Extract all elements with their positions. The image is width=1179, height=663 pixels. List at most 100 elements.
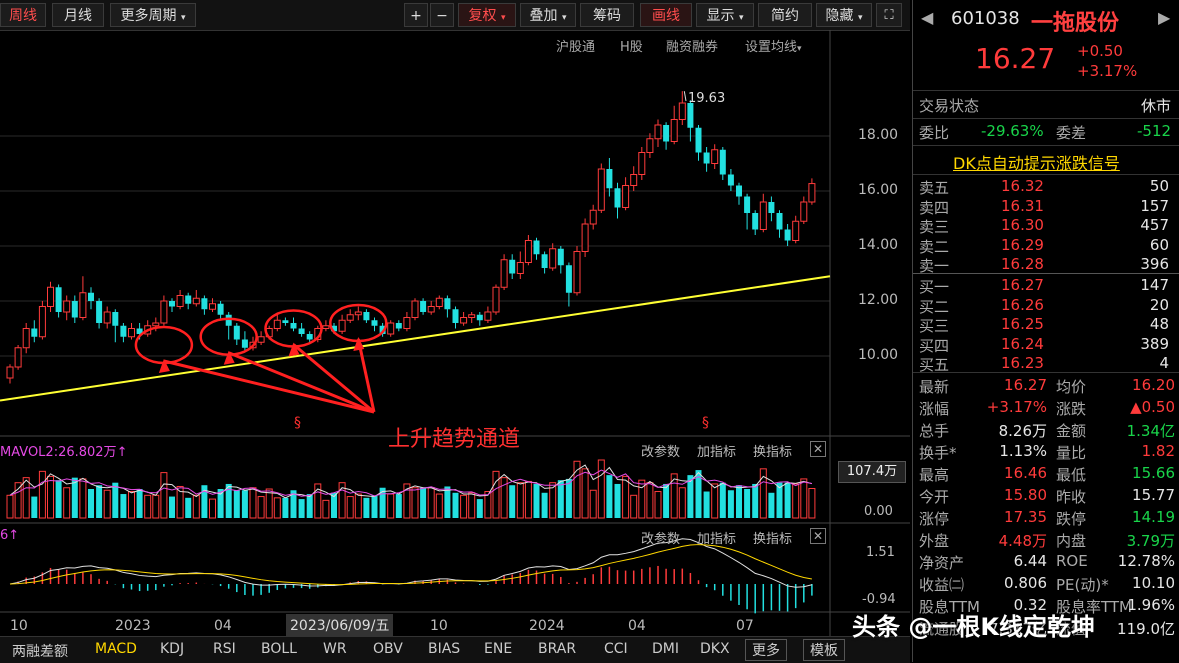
candle-body [427, 306, 435, 313]
tab-template[interactable]: 模板 [803, 639, 845, 661]
zoom-out-button[interactable]: − [430, 3, 454, 27]
zoom-in-button[interactable]: + [404, 3, 428, 27]
vol-add-indicator-link[interactable]: 加指标 [697, 441, 736, 460]
stat-value: 16.20 [1132, 376, 1175, 394]
candle-body [282, 320, 289, 323]
tab-macd[interactable]: MACD [95, 641, 137, 657]
volume-bar [808, 487, 816, 519]
volume-bar [589, 489, 597, 519]
volume-bar [112, 482, 119, 518]
candle-body [597, 168, 605, 211]
stat-value: 119.0亿 [1117, 620, 1175, 638]
candle-body [444, 298, 451, 310]
quote-panel: ◀ 601038 一拖股份 ▶ 16.27 +0.50 +3.17% 交易状态 … [912, 0, 1179, 662]
tab-bias[interactable]: BIAS [428, 641, 460, 657]
volume-bar [678, 487, 686, 519]
signal-s-mark: § [702, 415, 709, 431]
chevron-down-icon: ▾ [857, 13, 863, 23]
candle-body [411, 300, 419, 318]
high-marker [683, 91, 687, 102]
hide-button[interactable]: 隐藏 ▾ [816, 3, 872, 27]
more-period-button[interactable]: 更多周期 ▾ [110, 3, 196, 27]
volume-bar [346, 496, 354, 519]
candle-body [808, 183, 816, 203]
candle-body [549, 248, 557, 269]
draw-line-button[interactable]: 画线 [640, 3, 692, 27]
ask-vol: 157 [1140, 196, 1169, 215]
tab-dkx[interactable]: DKX [700, 641, 730, 657]
stat-label: 最新 [919, 378, 950, 396]
overlay-button[interactable]: 叠加 ▾ [520, 3, 576, 27]
candle-body [744, 196, 751, 213]
period-month-button[interactable]: 月线 [52, 3, 104, 27]
tab-dmi[interactable]: DMI [652, 641, 679, 657]
tab-brar[interactable]: BRAR [538, 641, 576, 657]
tab-margin-diff[interactable]: 两融差额 [12, 641, 68, 661]
top-toolbar: 周线 月线 更多周期 ▾ + − 复权 ▾ 叠加 ▾ 筹码 画线 显示 ▾ 简约… [0, 0, 910, 31]
stat-label: 净资产 [919, 554, 965, 572]
ask-price: 16.29 [1001, 235, 1044, 254]
dk-signal-link[interactable]: DK点自动提示涨跌信号 [953, 150, 1120, 174]
ask-vol: 60 [1149, 235, 1169, 254]
simple-button[interactable]: 简约 [758, 3, 812, 27]
tab-cci[interactable]: CCI [604, 641, 628, 657]
volume-bar [136, 489, 143, 518]
close-icon[interactable]: ✕ [810, 441, 826, 457]
stat-label: 今开 [919, 488, 950, 506]
price-tick: 16.00 [858, 182, 899, 198]
overlay-label: 叠加 [529, 8, 558, 24]
volume-bar [282, 497, 289, 518]
tab-boll[interactable]: BOLL [261, 641, 297, 657]
ask-price: 16.28 [1001, 255, 1044, 273]
volume-bar [6, 494, 14, 519]
more-period-label: 更多周期 [120, 8, 177, 24]
next-stock-icon[interactable]: ▶ [1158, 8, 1170, 27]
macd-change-param-link[interactable]: 改参数 [641, 528, 680, 547]
stat-value: 15.80 [1004, 486, 1047, 504]
candle-body [606, 169, 613, 189]
tab-obv[interactable]: OBV [373, 641, 403, 657]
arrow-up-icon: ↑ [116, 445, 128, 460]
tab-ene[interactable]: ENE [484, 641, 512, 657]
stat-value: 4.48万 [998, 532, 1047, 550]
macd-switch-indicator-link[interactable]: 换指标 [753, 528, 792, 547]
candle-body [160, 300, 168, 324]
display-button[interactable]: 显示 ▾ [696, 3, 754, 27]
close-icon[interactable]: ✕ [810, 528, 826, 544]
volume-bar [169, 496, 175, 518]
signal-s-mark: § [294, 415, 301, 431]
volume-bar [541, 492, 548, 518]
tab-wr[interactable]: WR [323, 641, 347, 657]
candle-body [217, 303, 224, 315]
price-tick: 14.00 [858, 237, 899, 253]
vol-switch-indicator-link[interactable]: 换指标 [753, 441, 792, 460]
mavol-text: MAVOL2:26.802万 [0, 445, 117, 460]
candle-body [670, 119, 678, 142]
volume-bar [800, 478, 808, 519]
candle-body [784, 229, 791, 241]
dea-line [9, 544, 812, 586]
fuquan-button[interactable]: 复权 ▾ [458, 3, 516, 27]
period-week-button[interactable]: 周线 [0, 3, 46, 27]
candle-body [759, 201, 767, 230]
volume-bar [468, 492, 476, 519]
vol-min-label: 0.00 [864, 504, 893, 519]
tab-kdj[interactable]: KDJ [160, 641, 184, 657]
tab-rsi[interactable]: RSI [213, 641, 236, 657]
tab-more[interactable]: 更多 [745, 639, 787, 661]
candle-body [346, 314, 354, 321]
candle-body [589, 209, 597, 225]
vol-change-param-link[interactable]: 改参数 [641, 441, 680, 460]
candle-body [516, 262, 524, 274]
fuquan-label: 复权 [468, 8, 497, 24]
stat-label: 内盘 [1056, 532, 1087, 550]
volume-bar [71, 477, 78, 518]
macd-add-indicator-link[interactable]: 加指标 [697, 528, 736, 547]
volume-bar [88, 489, 94, 518]
chips-button[interactable]: 筹码 [580, 3, 634, 27]
candle-body [484, 311, 492, 321]
prev-stock-icon[interactable]: ◀ [921, 8, 933, 27]
ask-vol: 50 [1149, 177, 1169, 195]
fullscreen-icon[interactable]: ⛶ [876, 3, 902, 27]
volume-bar [581, 468, 589, 519]
